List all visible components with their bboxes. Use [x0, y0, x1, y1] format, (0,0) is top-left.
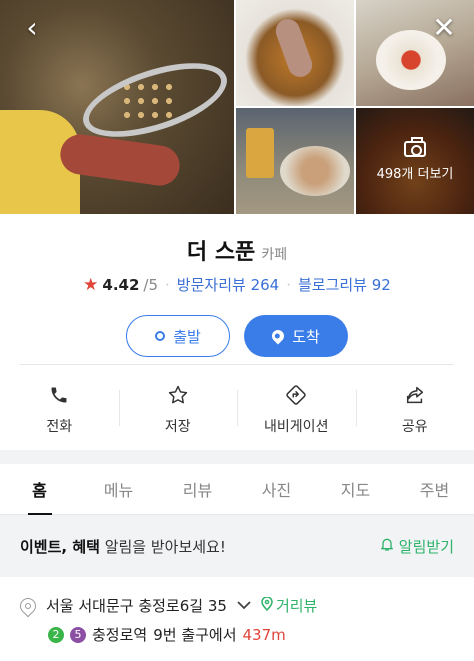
address-section: 서울 서대문구 충정로6길 35 거리뷰 2 5 충정로역 9번 출구에서 43… [0, 577, 474, 645]
notification-rest: 알림을 받아보세요! [99, 537, 226, 556]
street-view-link[interactable]: 거리뷰 [261, 595, 317, 616]
separator: · [286, 275, 291, 294]
subscribe-alert-label: 알림받기 [398, 537, 454, 556]
close-button[interactable]: ✕ [426, 10, 462, 46]
subway-line-badge: 2 [48, 626, 64, 643]
tab-nearby[interactable]: 주변 [395, 464, 474, 514]
more-photos-overlay[interactable]: 498개 더보기 [356, 108, 474, 214]
rating-value: 4.42 [102, 275, 140, 294]
pin-icon [269, 327, 287, 345]
exit-text: 9번 출구에서 [153, 626, 237, 644]
subscribe-alert-button[interactable]: 알림받기 [379, 536, 454, 557]
phone-icon [47, 384, 71, 406]
photo-thumb-1[interactable] [236, 0, 354, 106]
notification-bold: 이벤트, 혜택 [20, 537, 100, 556]
photo-thumb-3[interactable] [236, 108, 354, 214]
share-label: 공유 [401, 419, 428, 435]
place-name: 더 스푼 [186, 240, 256, 265]
start-button[interactable]: 출발 [126, 315, 230, 357]
action-bar: 전화 저장 내비게이션 공유 [0, 376, 474, 436]
share-icon [403, 384, 427, 406]
tab-map[interactable]: 지도 [316, 464, 395, 514]
blog-reviews-link[interactable]: 블로그리뷰 92 [298, 274, 391, 295]
more-photos-label: 498개 더보기 [376, 166, 454, 182]
star-outline-icon [166, 384, 190, 406]
location-icon [16, 594, 40, 617]
separator: · [165, 275, 170, 294]
save-label: 저장 [164, 419, 191, 435]
call-label: 전화 [46, 419, 73, 435]
close-icon: ✕ [432, 11, 456, 44]
station-row: 2 5 충정로역 9번 출구에서 437m [20, 624, 454, 645]
call-button[interactable]: 전화 [0, 376, 119, 436]
place-category: 카페 [261, 247, 288, 263]
chevron-down-icon[interactable] [237, 599, 251, 613]
camera-icon [404, 136, 426, 157]
notification-banner: 이벤트, 혜택 알림을 받아보세요! 알림받기 [0, 515, 474, 577]
photo-detail [246, 128, 274, 178]
station-name: 충정로역 [92, 626, 148, 644]
place-header: 더 스푼 카페 ★ 4.42 /5 · 방문자리뷰 264 · 블로그리뷰 92… [0, 214, 474, 464]
street-view-label: 거리뷰 [275, 597, 318, 615]
route-buttons: 출발 도착 [0, 315, 474, 357]
photo-more[interactable]: 498개 더보기 [356, 108, 474, 214]
destination-button[interactable]: 도착 [244, 315, 348, 357]
tab-bar: 홈 메뉴 리뷰 사진 지도 주변 [0, 464, 474, 515]
photo-detail [280, 146, 350, 196]
subway-line-badge: 5 [70, 626, 86, 643]
rating-row: ★ 4.42 /5 · 방문자리뷰 264 · 블로그리뷰 92 [0, 274, 474, 295]
tab-photos[interactable]: 사진 [237, 464, 316, 514]
star-icon: ★ [83, 274, 99, 295]
street-view-pin-icon [261, 595, 273, 615]
navigation-icon [284, 384, 308, 406]
photo-gallery[interactable]: 498개 더보기 ‹ ✕ [0, 0, 474, 214]
station-distance: 437m [242, 625, 286, 644]
save-button[interactable]: 저장 [118, 376, 238, 436]
address-row: 서울 서대문구 충정로6길 35 거리뷰 [16, 594, 454, 617]
tab-home[interactable]: 홈 [0, 464, 79, 514]
destination-label: 도착 [292, 327, 320, 346]
photo-detail [272, 15, 316, 81]
tab-menu[interactable]: 메뉴 [79, 464, 158, 514]
address-text[interactable]: 서울 서대문구 충정로6길 35 [46, 595, 227, 616]
title-row: 더 스푼 카페 [0, 234, 474, 266]
bell-icon [379, 536, 395, 556]
notification-text: 이벤트, 혜택 알림을 받아보세요! [20, 536, 226, 557]
chevron-left-icon: ‹ [26, 11, 38, 44]
start-label: 출발 [173, 327, 201, 346]
origin-icon [155, 331, 166, 341]
visitor-reviews-link[interactable]: 방문자리뷰 264 [177, 274, 279, 295]
divider [20, 364, 454, 365]
share-button[interactable]: 공유 [355, 376, 474, 436]
navigation-label: 내비게이션 [264, 419, 329, 435]
navigation-button[interactable]: 내비게이션 [237, 376, 356, 436]
tab-reviews[interactable]: 리뷰 [158, 464, 237, 514]
back-button[interactable]: ‹ [14, 10, 50, 46]
rating-max: /5 [143, 275, 159, 294]
